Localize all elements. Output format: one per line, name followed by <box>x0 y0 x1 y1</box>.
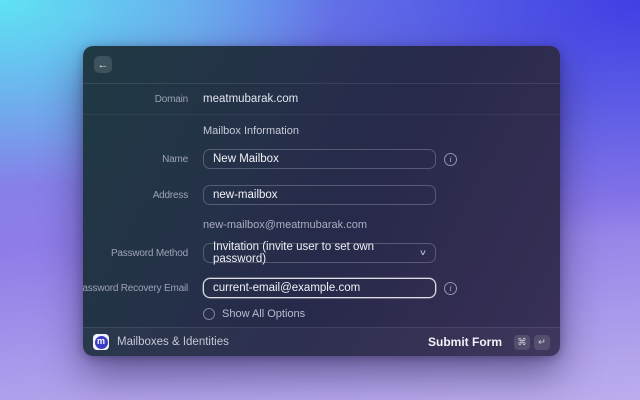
name-label: Name <box>162 153 188 165</box>
show-all-options-checkbox[interactable] <box>203 308 215 320</box>
address-preview-row: new-mailbox@meatmubarak.com <box>83 219 560 231</box>
show-all-options-row: Show All Options <box>83 308 560 320</box>
app-title: Mailboxes & Identities <box>117 336 229 348</box>
password-method-select[interactable]: Invitation (invite user to set own passw… <box>203 241 436 265</box>
show-all-options-label[interactable]: Show All Options <box>222 308 305 320</box>
recovery-email-label: Password Recovery Email <box>83 282 188 294</box>
password-method-label: Password Method <box>110 247 188 259</box>
mailbox-form-window: ← Domain meatmubarak.com Mailbox Informa… <box>83 46 560 356</box>
recovery-email-input[interactable] <box>203 278 436 298</box>
address-label: Address <box>152 189 188 201</box>
back-button[interactable]: ← <box>94 56 112 73</box>
app-logo-icon: m <box>93 334 109 350</box>
address-field-row: Address <box>83 185 560 205</box>
domain-row: Domain meatmubarak.com <box>83 84 560 115</box>
recovery-email-row: Password Recovery Email i <box>83 278 560 298</box>
back-arrow-icon: ← <box>97 58 109 71</box>
submit-form-button[interactable]: Submit Form <box>428 335 502 349</box>
domain-value: meatmubarak.com <box>203 93 299 105</box>
name-info-icon[interactable]: i <box>444 152 457 166</box>
address-preview-text: new-mailbox@meatmubarak.com <box>203 219 368 231</box>
name-field-row: Name i <box>83 149 560 169</box>
password-method-row: Password Method Invitation (invite user … <box>83 241 560 265</box>
window-footer: m Mailboxes & Identities Submit Form ⌘ ↵ <box>83 327 560 356</box>
recovery-email-info-icon[interactable]: i <box>444 281 457 295</box>
window-header: ← <box>83 46 560 84</box>
chevron-down-icon: ∨ <box>418 248 428 257</box>
domain-label: Domain <box>154 93 188 105</box>
form-body: Mailbox Information Name i Address new-m… <box>83 115 560 327</box>
command-key-icon: ⌘ <box>514 334 530 350</box>
address-input[interactable] <box>203 185 436 205</box>
return-key-icon: ↵ <box>534 334 550 350</box>
password-method-value: Invitation (invite user to set own passw… <box>213 241 375 265</box>
name-input[interactable] <box>203 149 436 169</box>
section-title: Mailbox Information <box>203 125 299 137</box>
desktop-wallpaper: ← Domain meatmubarak.com Mailbox Informa… <box>0 0 640 400</box>
